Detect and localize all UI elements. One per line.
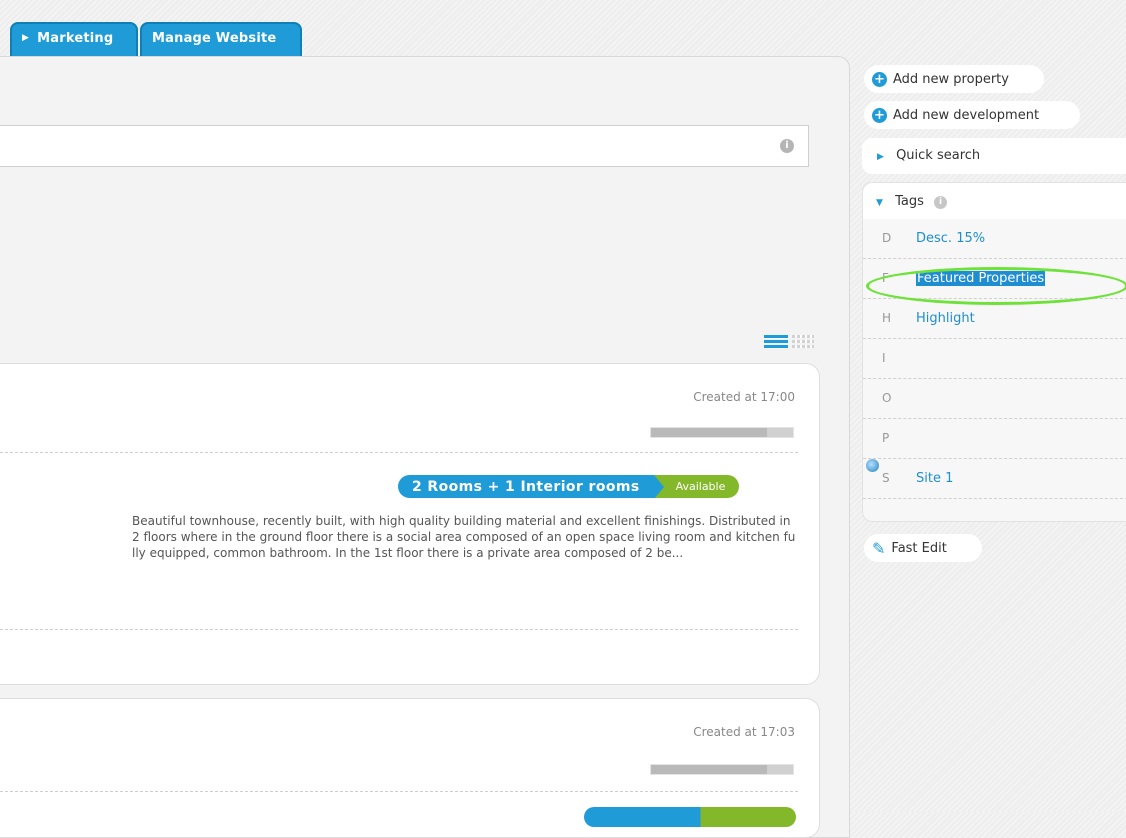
tag-letter: D xyxy=(882,231,892,245)
created-time: Created at 17:00 xyxy=(693,390,795,404)
triangle-right-icon: ▶ xyxy=(22,33,30,43)
tag-letter: H xyxy=(882,311,892,325)
tag-row[interactable]: P xyxy=(863,419,1126,459)
tags-header[interactable]: ▼ Tags i xyxy=(863,183,1126,219)
tag-name[interactable]: Desc. 15% xyxy=(916,231,985,246)
progress-bar xyxy=(650,764,794,775)
caret-right-icon: ▶ xyxy=(877,152,884,162)
divider xyxy=(0,791,798,792)
tag-name[interactable]: Site 1 xyxy=(916,471,953,486)
caret-down-icon: ▼ xyxy=(876,198,883,208)
plus-icon: + xyxy=(872,107,887,123)
progress-fill xyxy=(651,765,768,774)
add-property-label: Add new property xyxy=(893,71,1009,87)
list-view-icon[interactable] xyxy=(764,335,788,350)
fast-edit-label: Fast Edit xyxy=(891,540,947,556)
add-development-label: Add new development xyxy=(893,107,1040,123)
tab-marketing[interactable]: ▶ Marketing xyxy=(10,22,138,56)
fast-edit-button[interactable]: ✎ Fast Edit xyxy=(864,534,982,562)
tag-row[interactable]: I xyxy=(863,339,1126,379)
pencil-icon: ✎ xyxy=(872,538,886,558)
progress-fill xyxy=(651,428,768,437)
tag-name[interactable]: Highlight xyxy=(916,311,975,326)
listing-description: Beautiful townhouse, recently built, wit… xyxy=(132,514,796,560)
tag-letter: S xyxy=(882,471,890,485)
divider xyxy=(0,629,798,630)
plus-icon: + xyxy=(872,71,887,87)
rooms-label: 2 Rooms + 1 Interior rooms xyxy=(398,475,654,498)
globe-icon xyxy=(866,459,879,472)
tag-letter: O xyxy=(882,391,892,405)
tags-title: Tags xyxy=(895,194,924,209)
quick-search-toggle[interactable]: ▶ Quick search xyxy=(862,138,1126,174)
tag-row[interactable]: S Site 1 xyxy=(863,459,1126,499)
quick-search-label: Quick search xyxy=(896,148,981,163)
tag-row[interactable]: O xyxy=(863,379,1126,419)
info-icon[interactable]: i xyxy=(780,139,794,153)
tab-manage-website-label: Manage Website xyxy=(152,30,277,46)
grid-view-icon[interactable] xyxy=(792,335,814,350)
progress-bar xyxy=(650,427,794,438)
highlight-ring xyxy=(866,267,1126,305)
add-development-button[interactable]: + Add new development xyxy=(864,101,1080,129)
info-icon[interactable]: i xyxy=(933,196,947,209)
status-badge: Available xyxy=(653,475,740,498)
tab-marketing-label: Marketing xyxy=(37,30,114,46)
add-property-button[interactable]: + Add new property xyxy=(864,65,1044,93)
rooms-badge xyxy=(584,807,796,827)
search-input[interactable]: i xyxy=(0,125,809,167)
tag-row[interactable]: D Desc. 15% xyxy=(863,219,1126,259)
tag-letter: I xyxy=(882,351,886,365)
tags-panel: ▼ Tags i D Desc. 15% F Featured Properties H… xyxy=(862,182,1126,522)
divider xyxy=(0,452,798,453)
rooms-badge: 2 Rooms + 1 Interior rooms Available xyxy=(398,475,740,498)
view-toggle xyxy=(764,335,814,350)
tag-letter: P xyxy=(882,431,890,445)
listing-card[interactable]: Created at 17:03 xyxy=(0,698,820,838)
created-time: Created at 17:03 xyxy=(693,725,795,739)
tag-row[interactable]: H Highlight xyxy=(863,299,1126,339)
tab-manage-website[interactable]: Manage Website xyxy=(140,22,302,56)
